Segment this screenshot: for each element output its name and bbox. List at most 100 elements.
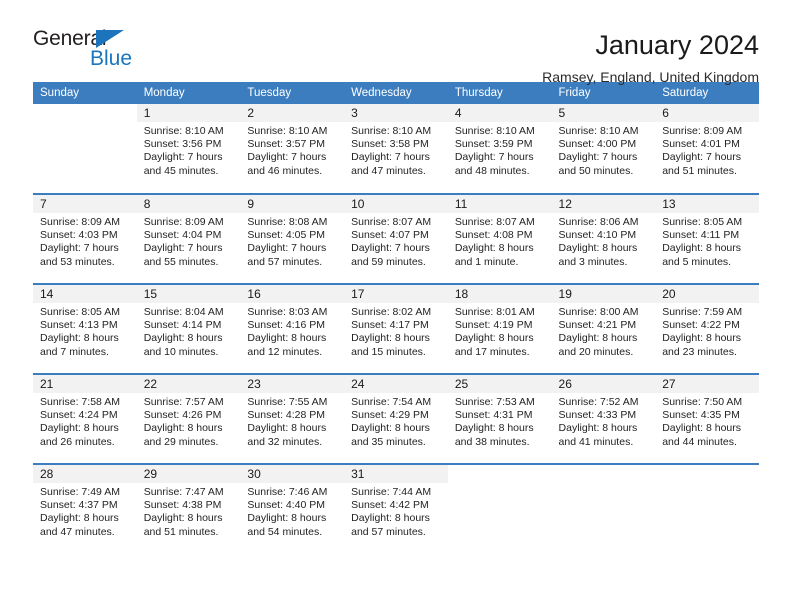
- day-details: Sunrise: 7:49 AM Sunset: 4:37 PM Daylight:…: [33, 483, 137, 539]
- sunrise-text: Sunrise: 8:05 AM: [40, 306, 120, 318]
- calendar-empty-cell: [551, 463, 656, 554]
- daylight-text-line2: and 17 minutes.: [454, 345, 530, 358]
- calendar-day-cell[interactable]: 12 Sunrise: 8:06 AM Sunset: 4:10 PM Dayligh…: [551, 193, 656, 284]
- weekday-header-monday: Monday: [136, 82, 241, 104]
- sunrise-text: Sunrise: 7:57 AM: [143, 396, 224, 408]
- sunset-text: Sunset: 3:58 PM: [351, 138, 429, 151]
- sunrise-text: Sunrise: 8:01 AM: [454, 306, 535, 318]
- daylight-text-line2: and 46 minutes.: [247, 164, 323, 177]
- calendar-day-cell[interactable]: 5 Sunrise: 8:10 AM Sunset: 4:00 PM Daylight…: [551, 104, 656, 194]
- daylight-text-line2: and 35 minutes.: [351, 435, 426, 448]
- sunrise-text: Sunrise: 7:49 AM: [40, 486, 120, 498]
- calendar-day-cell[interactable]: 2 Sunrise: 8:10 AM Sunset: 3:57 PM Daylight…: [240, 104, 345, 194]
- calendar-day-cell[interactable]: 13 Sunrise: 8:05 AM Sunset: 4:11 PM Dayligh…: [655, 193, 759, 284]
- daylight-text-line2: and 59 minutes.: [351, 255, 426, 268]
- day-details: Sunrise: 7:54 AM Sunset: 4:29 PM Daylight:…: [344, 393, 448, 449]
- calendar-day-cell[interactable]: 9 Sunrise: 8:08 AM Sunset: 4:05 PM Daylight…: [240, 193, 345, 284]
- day-details: Sunrise: 8:05 AM Sunset: 4:13 PM Daylight:…: [33, 303, 137, 359]
- calendar-day-cell[interactable]: 29 Sunrise: 7:47 AM Sunset: 4:38 PM Dayligh…: [136, 463, 241, 554]
- calendar-day-cell[interactable]: 8 Sunrise: 8:09 AM Sunset: 4:04 PM Daylight…: [136, 193, 241, 284]
- calendar-day-cell[interactable]: 26 Sunrise: 7:52 AM Sunset: 4:33 PM Dayligh…: [551, 373, 656, 464]
- calendar-day-cell[interactable]: 20 Sunrise: 7:59 AM Sunset: 4:22 PM Dayligh…: [655, 283, 759, 374]
- daylight-text-line2: and 57 minutes.: [247, 255, 323, 268]
- day-cell-inner: 7 Sunrise: 8:09 AM Sunset: 4:03 PM Daylight…: [33, 195, 137, 283]
- sunrise-text: Sunrise: 7:53 AM: [454, 396, 535, 408]
- sunset-text: Sunset: 4:11 PM: [662, 229, 740, 242]
- calendar-day-cell[interactable]: 23 Sunrise: 7:55 AM Sunset: 4:28 PM Dayligh…: [240, 373, 345, 464]
- day-number: 9: [240, 195, 345, 213]
- day-details: Sunrise: 8:02 AM Sunset: 4:17 PM Daylight:…: [344, 303, 448, 359]
- daylight-text-line2: and 3 minutes.: [558, 255, 628, 268]
- daylight-text-line2: and 32 minutes.: [247, 435, 323, 448]
- day-details: Sunrise: 8:07 AM Sunset: 4:07 PM Daylight:…: [344, 213, 448, 269]
- daylight-text-line1: Daylight: 8 hours: [351, 422, 430, 435]
- calendar-day-cell[interactable]: 1 Sunrise: 8:10 AM Sunset: 3:56 PM Daylight…: [136, 104, 241, 194]
- daylight-text-line2: and 1 minute.: [454, 255, 519, 268]
- sunset-text: Sunset: 4:01 PM: [662, 138, 740, 151]
- calendar-day-cell[interactable]: 6 Sunrise: 8:09 AM Sunset: 4:01 PM Daylight…: [655, 104, 759, 194]
- day-details: Sunrise: 8:10 AM Sunset: 3:59 PM Daylight:…: [448, 122, 552, 178]
- calendar-day-cell[interactable]: 25 Sunrise: 7:53 AM Sunset: 4:31 PM Dayligh…: [447, 373, 552, 464]
- page-title: January 2024: [595, 30, 759, 60]
- page-header: General Blue January 2024 Ramsey, Englan…: [33, 0, 759, 85]
- calendar-day-cell[interactable]: 21 Sunrise: 7:58 AM Sunset: 4:24 PM Dayligh…: [33, 373, 137, 464]
- logo-text-blue: Blue: [90, 47, 133, 70]
- day-details: Sunrise: 7:52 AM Sunset: 4:33 PM Daylight:…: [552, 393, 656, 449]
- sunrise-text: Sunrise: 8:08 AM: [247, 216, 328, 228]
- daylight-text-line1: Daylight: 8 hours: [143, 422, 223, 435]
- generalblue-logo[interactable]: General Blue: [33, 28, 143, 74]
- day-cell-inner: 14 Sunrise: 8:05 AM Sunset: 4:13 PM Dayligh…: [33, 285, 137, 373]
- calendar-day-cell[interactable]: 14 Sunrise: 8:05 AM Sunset: 4:13 PM Dayligh…: [33, 283, 137, 374]
- day-cell-inner: [655, 465, 759, 553]
- sunset-text: Sunset: 4:08 PM: [454, 229, 533, 242]
- title-block: January 2024 Ramsey, England, United Kin…: [542, 28, 759, 85]
- day-cell-inner: 25 Sunrise: 7:53 AM Sunset: 4:31 PM Dayligh…: [447, 375, 552, 463]
- calendar-day-cell[interactable]: 4 Sunrise: 8:10 AM Sunset: 3:59 PM Daylight…: [447, 104, 552, 194]
- calendar-day-cell[interactable]: 7 Sunrise: 8:09 AM Sunset: 4:03 PM Daylight…: [33, 193, 137, 284]
- calendar-day-cell[interactable]: 10 Sunrise: 8:07 AM Sunset: 4:07 PM Dayligh…: [344, 193, 448, 284]
- daylight-text-line2: and 10 minutes.: [143, 345, 219, 358]
- calendar-day-cell[interactable]: 18 Sunrise: 8:01 AM Sunset: 4:19 PM Dayligh…: [447, 283, 552, 374]
- calendar-page: General Blue January 2024 Ramsey, Englan…: [0, 0, 792, 612]
- day-number: 26: [551, 375, 656, 393]
- sunrise-text: Sunrise: 7:52 AM: [558, 396, 639, 408]
- daylight-text-line1: Daylight: 8 hours: [558, 332, 638, 345]
- calendar-day-cell[interactable]: 16 Sunrise: 8:03 AM Sunset: 4:16 PM Dayligh…: [240, 283, 345, 374]
- daylight-text-line1: Daylight: 8 hours: [662, 242, 742, 255]
- sunrise-text: Sunrise: 8:06 AM: [558, 216, 639, 228]
- calendar-day-cell[interactable]: 11 Sunrise: 8:07 AM Sunset: 4:08 PM Dayligh…: [447, 193, 552, 284]
- sunrise-text: Sunrise: 8:10 AM: [558, 125, 639, 137]
- calendar-day-cell[interactable]: 28 Sunrise: 7:49 AM Sunset: 4:37 PM Dayligh…: [33, 463, 137, 554]
- day-details: Sunrise: 8:10 AM Sunset: 3:57 PM Daylight:…: [240, 122, 344, 178]
- sunset-text: Sunset: 4:04 PM: [143, 229, 222, 242]
- day-number: 18: [447, 285, 552, 303]
- calendar-day-cell[interactable]: 19 Sunrise: 8:00 AM Sunset: 4:21 PM Dayligh…: [551, 283, 656, 374]
- weekday-header-saturday: Saturday: [655, 82, 759, 104]
- day-cell-inner: 27 Sunrise: 7:50 AM Sunset: 4:35 PM Dayligh…: [655, 375, 759, 463]
- calendar-day-cell[interactable]: 3 Sunrise: 8:10 AM Sunset: 3:58 PM Daylight…: [344, 104, 448, 194]
- calendar-day-cell[interactable]: 17 Sunrise: 8:02 AM Sunset: 4:17 PM Dayligh…: [344, 283, 448, 374]
- daylight-text-line2: and 47 minutes.: [40, 525, 115, 538]
- calendar-day-cell[interactable]: 31 Sunrise: 7:44 AM Sunset: 4:42 PM Dayligh…: [344, 463, 448, 554]
- day-cell-inner: 4 Sunrise: 8:10 AM Sunset: 3:59 PM Daylight…: [447, 104, 552, 192]
- sunset-text: Sunset: 3:56 PM: [143, 138, 222, 151]
- calendar-day-cell[interactable]: 15 Sunrise: 8:04 AM Sunset: 4:14 PM Dayligh…: [136, 283, 241, 374]
- day-number: [655, 465, 759, 483]
- day-number: 6: [655, 104, 759, 122]
- daylight-text-line1: Daylight: 7 hours: [143, 151, 223, 164]
- day-number: 12: [551, 195, 656, 213]
- daylight-text-line1: Daylight: 8 hours: [143, 512, 223, 525]
- calendar-week-row: 21 Sunrise: 7:58 AM Sunset: 4:24 PM Dayligh…: [33, 373, 759, 464]
- day-details: Sunrise: 7:44 AM Sunset: 4:42 PM Daylight:…: [344, 483, 448, 539]
- calendar-day-cell[interactable]: 24 Sunrise: 7:54 AM Sunset: 4:29 PM Dayligh…: [344, 373, 448, 464]
- calendar-day-cell[interactable]: 27 Sunrise: 7:50 AM Sunset: 4:35 PM Dayligh…: [655, 373, 759, 464]
- day-number: 13: [655, 195, 759, 213]
- day-cell-inner: 11 Sunrise: 8:07 AM Sunset: 4:08 PM Dayligh…: [447, 195, 552, 283]
- calendar-day-cell[interactable]: 30 Sunrise: 7:46 AM Sunset: 4:40 PM Dayligh…: [240, 463, 345, 554]
- day-number: 31: [344, 465, 448, 483]
- day-number: 11: [447, 195, 552, 213]
- sunset-text: Sunset: 4:31 PM: [454, 409, 533, 422]
- calendar-empty-cell: [447, 463, 552, 554]
- day-number: 25: [447, 375, 552, 393]
- calendar-day-cell[interactable]: 22 Sunrise: 7:57 AM Sunset: 4:26 PM Dayligh…: [136, 373, 241, 464]
